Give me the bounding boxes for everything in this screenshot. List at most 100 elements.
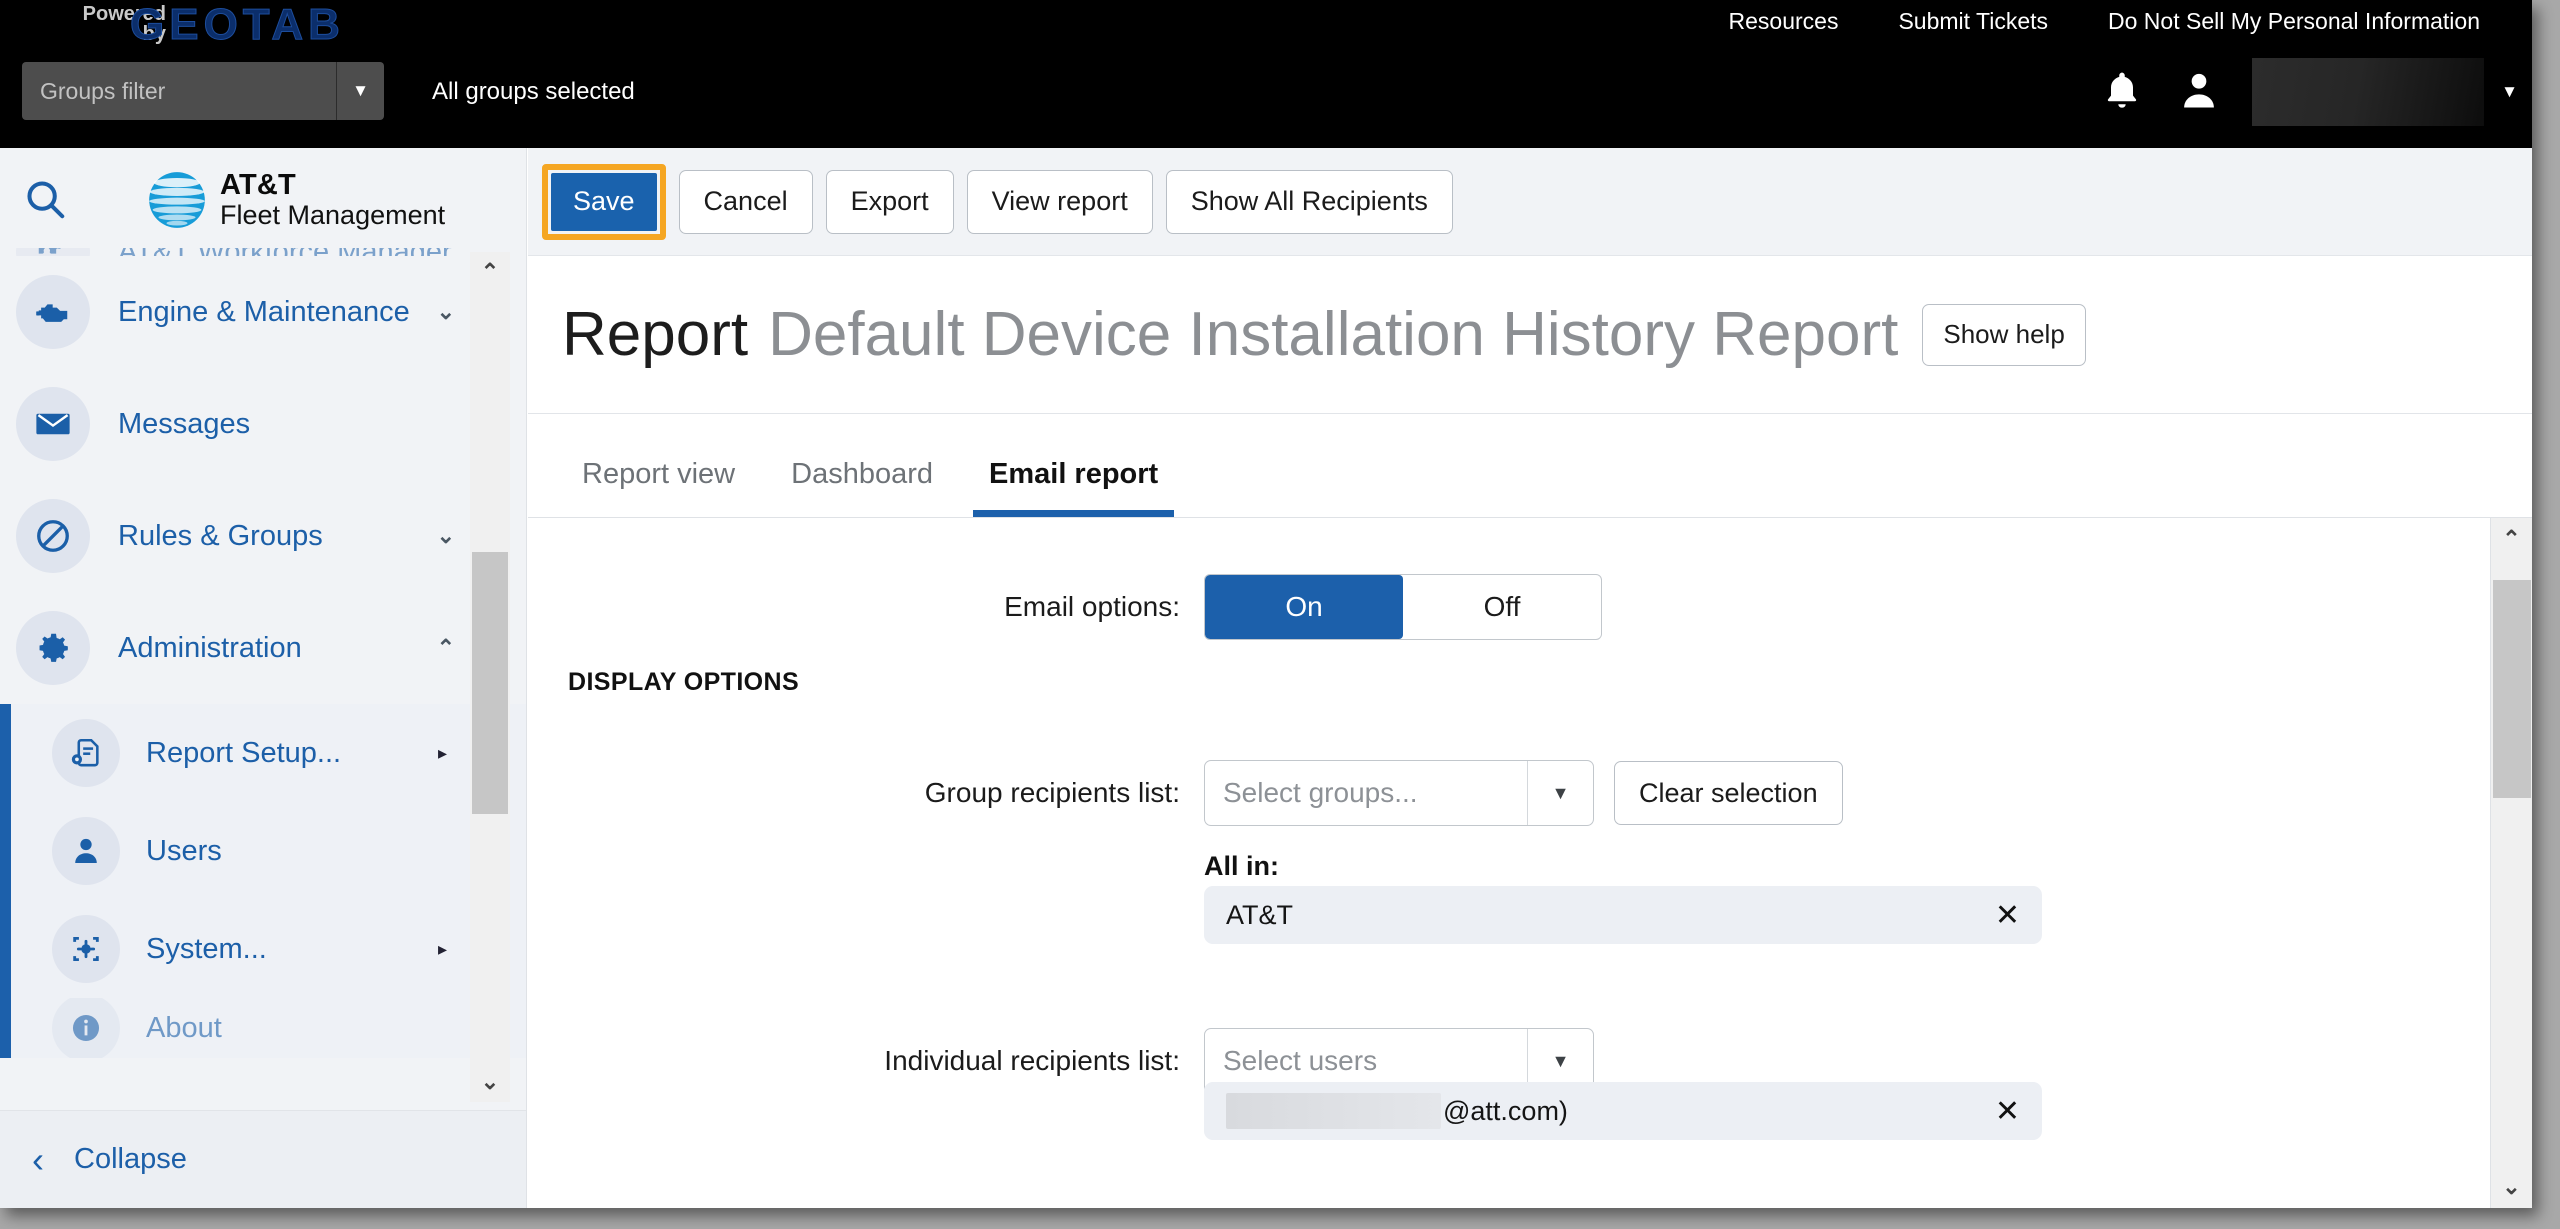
email-report-form: Email options: On Off DISPLAY OPTIONS Gr… (528, 518, 2532, 1208)
chevron-left-icon: ‹ (32, 1138, 44, 1180)
group-recipients-select[interactable]: Select groups... ▼ (1204, 760, 1594, 826)
sidebar-item-label: Messages (118, 407, 251, 440)
system-icon (52, 915, 120, 983)
individual-chip-label: @att.com) (1226, 1093, 1568, 1129)
scroll-down-icon[interactable]: ⌄ (470, 1062, 510, 1102)
sidebar-item-about[interactable]: About (0, 998, 526, 1058)
sidebar: AT&T Fleet Management AT&T Workforce Man… (0, 148, 527, 1208)
save-button[interactable]: Save (551, 172, 657, 231)
sidebar-collapse-button[interactable]: ‹ Collapse (0, 1110, 526, 1208)
search-icon[interactable] (22, 176, 68, 222)
chevron-down-icon[interactable]: ▼ (336, 62, 384, 120)
tab-bar: Report view Dashboard Email report (528, 414, 2532, 518)
clear-selection-button[interactable]: Clear selection (1614, 761, 1843, 825)
sidebar-item-label: System... (146, 932, 267, 965)
notification-bell-icon[interactable] (2100, 68, 2144, 114)
main-content: Save Cancel Export View report Show All … (528, 148, 2532, 1208)
sidebar-item-messages[interactable]: Messages (0, 368, 526, 480)
chevron-down-icon[interactable]: ⌄ (437, 299, 455, 325)
scroll-up-icon[interactable]: ⌃ (470, 252, 510, 292)
sidebar-item-label: Users (146, 834, 222, 867)
sidebar-nav-list: AT&T Workforce Manager Engine & Maintena… (0, 248, 526, 1110)
top-header-bar: Powered by GEOTAB Resources Submit Ticke… (0, 0, 2532, 148)
email-options-off[interactable]: Off (1403, 575, 1601, 639)
engine-icon (16, 275, 90, 349)
tab-report-view[interactable]: Report view (562, 458, 763, 517)
sidebar-item-engine-maintenance[interactable]: Engine & Maintenance ⌄ (0, 256, 526, 368)
export-button[interactable]: Export (825, 169, 954, 234)
logo-line-1: AT&T (220, 169, 296, 201)
page-title-row: Report Default Device Installation Histo… (528, 256, 2532, 414)
user-avatar-icon[interactable] (2178, 66, 2220, 114)
remove-group-chip-icon[interactable]: ✕ (1995, 898, 2020, 933)
sidebar-item-label: Administration (118, 631, 302, 664)
scroll-down-icon[interactable]: ⌄ (2491, 1166, 2532, 1208)
top-nav-links: Resources Submit Tickets Do Not Sell My … (1699, 8, 2510, 35)
scrollbar-thumb[interactable] (2493, 580, 2531, 798)
att-globe-icon (149, 172, 205, 229)
att-fleet-logo: AT&T Fleet Management (148, 169, 446, 231)
sidebar-header: AT&T Fleet Management (0, 148, 526, 248)
chevron-down-icon[interactable]: ▼ (1527, 761, 1593, 825)
no-entry-icon (16, 499, 90, 573)
sidebar-item-rules-groups[interactable]: Rules & Groups ⌄ (0, 480, 526, 592)
chevron-right-icon[interactable]: ▸ (438, 939, 447, 960)
sidebar-item-administration[interactable]: Administration ⌃ (0, 592, 526, 704)
sidebar-item-workforce-manager-clip[interactable]: AT&T Workforce Manager (0, 248, 526, 256)
link-submit-tickets[interactable]: Submit Tickets (1868, 8, 2078, 35)
main-content-scrollbar[interactable]: ⌃ ⌄ (2490, 518, 2532, 1208)
chevron-up-icon[interactable]: ⌃ (437, 635, 455, 661)
email-options-on[interactable]: On (1205, 575, 1403, 639)
scrollbar-thumb[interactable] (472, 552, 508, 814)
sidebar-item-label: About (146, 1011, 222, 1044)
view-report-button[interactable]: View report (966, 169, 1153, 234)
link-do-not-sell[interactable]: Do Not Sell My Personal Information (2078, 8, 2510, 35)
user-name-redacted (2252, 58, 2484, 126)
logo-line-2: Fleet Management (220, 200, 446, 231)
tab-email-report[interactable]: Email report (961, 458, 1186, 517)
sidebar-item-label: Engine & Maintenance (118, 295, 410, 328)
sidebar-item-label: Report Setup... (146, 736, 342, 769)
link-resources[interactable]: Resources (1699, 8, 1869, 35)
sidebar-item-system[interactable]: System... ▸ (0, 900, 526, 998)
redacted-user-name (1226, 1093, 1441, 1129)
group-recipients-row: Group recipients list: Select groups... … (528, 760, 2478, 826)
email-options-row: Email options: On Off (528, 574, 2478, 640)
sidebar-item-report-setup[interactable]: Report Setup... ▸ (0, 704, 526, 802)
person-icon (52, 817, 120, 885)
info-icon (52, 998, 120, 1058)
chevron-down-icon[interactable]: ⌄ (437, 523, 455, 549)
page-title: Report (562, 300, 749, 369)
show-all-recipients-button[interactable]: Show All Recipients (1165, 169, 1453, 234)
remove-individual-chip-icon[interactable]: ✕ (1995, 1094, 2020, 1129)
page-title-report-name: Default Device Installation History Repo… (768, 300, 1899, 369)
user-menu-chevron-down-icon[interactable]: ▼ (2501, 82, 2518, 102)
sidebar-submenu-administration: Report Setup... ▸ Users System... ▸ Abou… (0, 704, 526, 1058)
gear-icon (16, 611, 90, 685)
scroll-up-icon[interactable]: ⌃ (2491, 518, 2532, 560)
show-help-button[interactable]: Show help (1922, 303, 2086, 366)
action-toolbar: Save Cancel Export View report Show All … (528, 148, 2532, 256)
display-options-heading: DISPLAY OPTIONS (568, 668, 800, 696)
sidebar-scrollbar[interactable]: ⌃ ⌄ (470, 252, 510, 1102)
puzzle-icon (16, 248, 90, 256)
save-button-focus-ring: Save (542, 163, 666, 240)
tab-dashboard[interactable]: Dashboard (763, 458, 961, 517)
email-options-label: Email options: (1004, 591, 1180, 622)
application-window: Powered by GEOTAB Resources Submit Ticke… (0, 0, 2532, 1208)
envelope-icon (16, 387, 90, 461)
chevron-right-icon[interactable]: ▸ (438, 743, 447, 764)
individual-chip-domain: @att.com) (1443, 1095, 1568, 1126)
group-chip-label: AT&T (1226, 899, 1293, 930)
group-recipients-label: Group recipients list: (924, 777, 1180, 808)
group-chip-att[interactable]: AT&T ✕ (1204, 886, 2042, 944)
sidebar-item-users[interactable]: Users (0, 802, 526, 900)
individual-chip-user[interactable]: @att.com) ✕ (1204, 1082, 2042, 1140)
sidebar-item-label: AT&T Workforce Manager (118, 248, 452, 256)
email-options-toggle[interactable]: On Off (1204, 574, 1602, 640)
cancel-button[interactable]: Cancel (678, 169, 813, 234)
groups-filter-input[interactable] (22, 62, 336, 120)
individual-recipients-label: Individual recipients list: (884, 1045, 1180, 1076)
geotab-logo: GEOTAB (130, 0, 345, 50)
groups-filter[interactable]: ▼ (22, 62, 384, 120)
